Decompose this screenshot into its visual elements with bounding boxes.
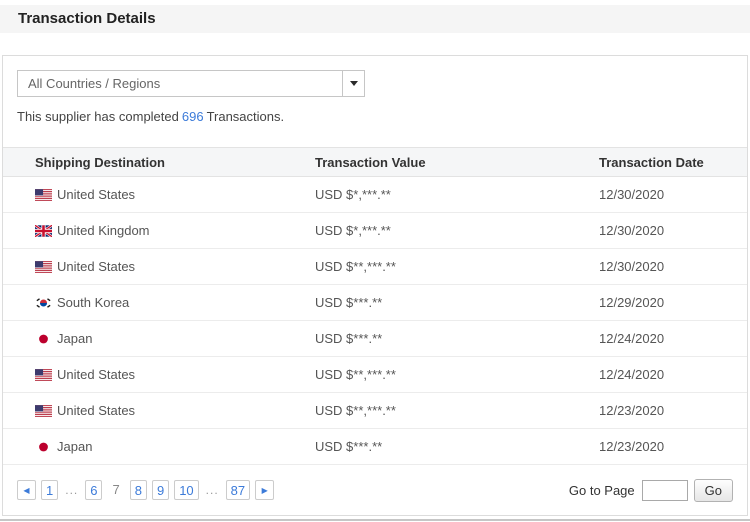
uk-flag-icon xyxy=(35,225,52,237)
transaction-date: 12/23/2020 xyxy=(599,439,747,454)
transactions-panel: All Countries / Regions This supplier ha… xyxy=(2,55,748,516)
pagination-current-page: 7 xyxy=(107,480,124,500)
country-label: Japan xyxy=(57,439,92,454)
kr-flag-icon xyxy=(35,297,52,309)
country-label: South Korea xyxy=(57,295,129,310)
table-header-row: Shipping Destination Transaction Value T… xyxy=(3,147,747,177)
transactions-summary: This supplier has completed696Transactio… xyxy=(17,108,733,126)
transaction-value: USD $**,***.** xyxy=(315,367,599,382)
pagination-bar: ◀ 1 ... 6 7 8 9 10 ... 87 ▶ Go to Page G… xyxy=(3,465,747,515)
us-flag-icon xyxy=(35,261,52,273)
transactions-table: Shipping Destination Transaction Value T… xyxy=(3,147,747,465)
jp-flag-icon xyxy=(35,333,52,345)
summary-suffix: Transactions. xyxy=(207,109,285,124)
table-row: United States USD $**,***.** 12/24/2020 xyxy=(3,357,747,393)
country-filter-dropdown[interactable]: All Countries / Regions xyxy=(17,70,365,97)
pagination-page-9[interactable]: 9 xyxy=(152,480,169,500)
transaction-value: USD $*,***.** xyxy=(315,187,599,202)
country-label: United Kingdom xyxy=(57,223,150,238)
country-label: Japan xyxy=(57,331,92,346)
next-arrow-icon: ▶ xyxy=(262,486,268,495)
pagination-page-6[interactable]: 6 xyxy=(85,480,102,500)
pagination-page-87[interactable]: 87 xyxy=(226,480,250,500)
pagination-page-1[interactable]: 1 xyxy=(41,480,58,500)
transaction-value: USD $***.** xyxy=(315,439,599,454)
us-flag-icon xyxy=(35,369,52,381)
transaction-date: 12/29/2020 xyxy=(599,295,747,310)
column-header-transaction-date: Transaction Date xyxy=(599,155,747,170)
table-row: South Korea USD $***.** 12/29/2020 xyxy=(3,285,747,321)
transaction-value: USD $***.** xyxy=(315,295,599,310)
go-button[interactable]: Go xyxy=(694,479,733,502)
transaction-date: 12/24/2020 xyxy=(599,367,747,382)
transaction-value: USD $*,***.** xyxy=(315,223,599,238)
transaction-date: 12/30/2020 xyxy=(599,223,747,238)
transaction-date: 12/30/2020 xyxy=(599,259,747,274)
country-label: United States xyxy=(57,259,135,274)
country-label: United States xyxy=(57,187,135,202)
table-row: United States USD $**,***.** 12/30/2020 xyxy=(3,249,747,285)
transaction-value: USD $***.** xyxy=(315,331,599,346)
goto-page-input[interactable] xyxy=(642,480,688,501)
transaction-details-page: Transaction Details All Countries / Regi… xyxy=(0,0,750,522)
us-flag-icon xyxy=(35,405,52,417)
pagination-prev-button[interactable]: ◀ xyxy=(17,480,36,500)
table-row: United Kingdom USD $*,***.** 12/30/2020 xyxy=(3,213,747,249)
pagination-page-10[interactable]: 10 xyxy=(174,480,198,500)
country-filter-value: All Countries / Regions xyxy=(18,71,364,96)
summary-prefix: This supplier has completed xyxy=(17,109,179,124)
goto-page-label: Go to Page xyxy=(569,483,635,498)
jp-flag-icon xyxy=(35,441,52,453)
page-title: Transaction Details xyxy=(0,5,750,33)
prev-arrow-icon: ◀ xyxy=(23,486,29,495)
pagination-next-button[interactable]: ▶ xyxy=(255,480,274,500)
column-header-transaction-value: Transaction Value xyxy=(315,155,599,170)
transaction-date: 12/23/2020 xyxy=(599,403,747,418)
table-row: United States USD $*,***.** 12/30/2020 xyxy=(3,177,747,213)
table-row: Japan USD $***.** 12/24/2020 xyxy=(3,321,747,357)
us-flag-icon xyxy=(35,189,52,201)
pagination-page-8[interactable]: 8 xyxy=(130,480,147,500)
transaction-value: USD $**,***.** xyxy=(315,403,599,418)
transaction-date: 12/30/2020 xyxy=(599,187,747,202)
transaction-date: 12/24/2020 xyxy=(599,331,747,346)
table-row: Japan USD $***.** 12/23/2020 xyxy=(3,429,747,465)
goto-page-group: Go to Page Go xyxy=(569,479,733,502)
country-label: United States xyxy=(57,403,135,418)
pagination-ellipsis: ... xyxy=(63,483,80,497)
chevron-down-icon[interactable] xyxy=(342,71,364,96)
country-label: United States xyxy=(57,367,135,382)
column-header-shipping-destination: Shipping Destination xyxy=(35,155,315,170)
transaction-count-link[interactable]: 696 xyxy=(182,109,204,124)
bottom-divider xyxy=(0,519,750,521)
table-row: United States USD $**,***.** 12/23/2020 xyxy=(3,393,747,429)
pagination-ellipsis: ... xyxy=(204,483,221,497)
title-bar: Transaction Details xyxy=(0,5,750,33)
transaction-value: USD $**,***.** xyxy=(315,259,599,274)
